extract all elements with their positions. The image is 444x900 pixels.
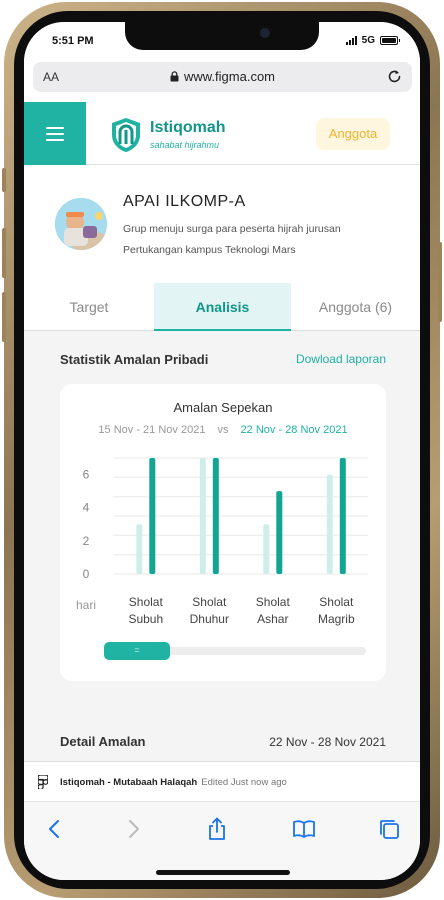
silent-switch <box>2 168 6 192</box>
y-tick-label: 2 <box>83 534 90 548</box>
back-button[interactable] <box>34 814 74 844</box>
figma-file-bar: Istiqomah - Mutabaah Halaqah Edited Just … <box>24 761 420 801</box>
network-type: 5G <box>361 35 375 46</box>
home-indicator[interactable] <box>156 870 290 875</box>
figma-file-info: Istiqomah - Mutabaah Halaqah Edited Just … <box>60 777 287 788</box>
x-category-label: Magrib <box>318 612 355 626</box>
notch <box>125 22 319 50</box>
camera-icon <box>260 28 270 38</box>
bar[interactable] <box>276 491 283 574</box>
bar[interactable] <box>199 458 206 574</box>
group-description-line-2: Pertukangan kampus Teknologi Mars <box>123 244 296 256</box>
y-tick-label: 6 <box>83 468 90 482</box>
browser-url-area: AA www.figma.com <box>24 62 420 102</box>
bookmarks-button[interactable] <box>284 814 324 844</box>
current-range: 22 Nov - 28 Nov 2021 <box>240 424 348 436</box>
avatar-image <box>55 198 107 250</box>
bar[interactable] <box>212 458 219 574</box>
date-comparison: 15 Nov - 21 Nov 2021 vs 22 Nov - 28 Nov … <box>60 424 386 436</box>
power-button <box>438 242 442 322</box>
battery-icon <box>380 36 400 45</box>
chart-card: Amalan Sepekan 15 Nov - 21 Nov 2021 vs 2… <box>60 384 386 681</box>
group-description-line-1: Grup menuju surga para peserta hijrah ju… <box>123 223 341 235</box>
x-category-label: Subuh <box>128 612 163 626</box>
chart-title: Amalan Sepekan <box>173 400 273 415</box>
previous-range: 15 Nov - 21 Nov 2021 <box>98 424 206 436</box>
status-indicators: 5G <box>345 35 400 46</box>
tab-target[interactable]: Target <box>24 283 154 331</box>
bar-chart: 0 2 4 6 hari Sholat Subuh Sholat Dhuhur Sholat Ash… <box>76 457 368 626</box>
figma-edit-status: Edited Just now ago <box>201 777 287 788</box>
istiqomah-logo-icon <box>112 118 140 152</box>
volume-down-button <box>2 292 6 342</box>
tabs-button[interactable] <box>369 814 409 844</box>
bar[interactable] <box>149 458 156 574</box>
x-category-label: Sholat <box>129 595 164 609</box>
x-category-label: Ashar <box>257 612 288 626</box>
bar[interactable] <box>326 474 333 574</box>
bar[interactable] <box>136 524 143 574</box>
tab-bar: Target Analisis Anggota (6) <box>24 283 420 331</box>
book-icon <box>293 820 315 838</box>
tabs-icon <box>380 820 399 839</box>
x-category-label: Dhuhur <box>190 612 229 626</box>
y-tick-label: 4 <box>83 501 90 515</box>
y-axis-label: hari <box>76 598 96 612</box>
x-category-label: Sholat <box>256 595 291 609</box>
analysis-content: Statistik Amalan Pribadi Dowload laporan… <box>24 331 420 784</box>
hamburger-menu-button[interactable] <box>24 102 86 165</box>
group-avatar[interactable] <box>55 198 107 250</box>
volume-up-button <box>2 228 6 278</box>
lock-icon <box>170 71 179 82</box>
y-tick-label: 0 <box>83 567 90 581</box>
url-bar[interactable]: AA www.figma.com <box>33 62 412 92</box>
chart-scroll-thumb[interactable]: = <box>104 642 170 660</box>
status-bar: 5:51 PM 5G <box>24 22 420 62</box>
x-category-label: Sholat <box>319 595 354 609</box>
bar[interactable] <box>263 524 270 574</box>
group-info: APAI ILKOMP-A Grup menuju surga para pes… <box>24 165 420 283</box>
detail-range: 22 Nov - 28 Nov 2021 <box>269 735 386 749</box>
anggota-button[interactable]: Anggota <box>316 118 390 150</box>
chevron-left-icon <box>49 820 59 838</box>
forward-button[interactable] <box>114 814 154 844</box>
stats-title: Statistik Amalan Pribadi <box>60 352 209 367</box>
url-text: www.figma.com <box>183 69 276 84</box>
group-description: Grup menuju surga para peserta hijrah ju… <box>123 219 383 261</box>
phone-screen: 5:51 PM 5G AA www.figma.com Istiqomah sa… <box>24 22 420 880</box>
figma-logo-icon <box>38 775 48 789</box>
url-display[interactable]: www.figma.com <box>33 69 412 84</box>
vs-label: vs <box>217 424 229 436</box>
share-icon <box>209 817 225 840</box>
brand-name: Istiqomah <box>150 119 226 136</box>
figma-file-name: Istiqomah - Mutabaah Halaqah <box>60 777 198 788</box>
status-time: 5:51 PM <box>52 35 94 47</box>
tab-analisis[interactable]: Analisis <box>154 283 291 331</box>
signal-icon <box>345 36 357 45</box>
app-header: Istiqomah sahabat hijrahmu Anggota <box>24 102 420 165</box>
group-name: APAI ILKOMP-A <box>123 193 246 210</box>
tab-anggota[interactable]: Anggota (6) <box>291 283 420 331</box>
chevron-right-icon <box>129 820 139 838</box>
bar[interactable] <box>339 458 346 574</box>
browser-toolbar <box>24 801 420 880</box>
x-category-label: Sholat <box>192 595 227 609</box>
detail-title: Detail Amalan <box>60 734 146 749</box>
brand-tagline: sahabat hijrahmu <box>150 140 220 150</box>
download-report-link[interactable]: Dowload laporan <box>296 352 386 366</box>
share-button[interactable] <box>197 814 237 844</box>
reload-icon[interactable] <box>386 68 403 85</box>
